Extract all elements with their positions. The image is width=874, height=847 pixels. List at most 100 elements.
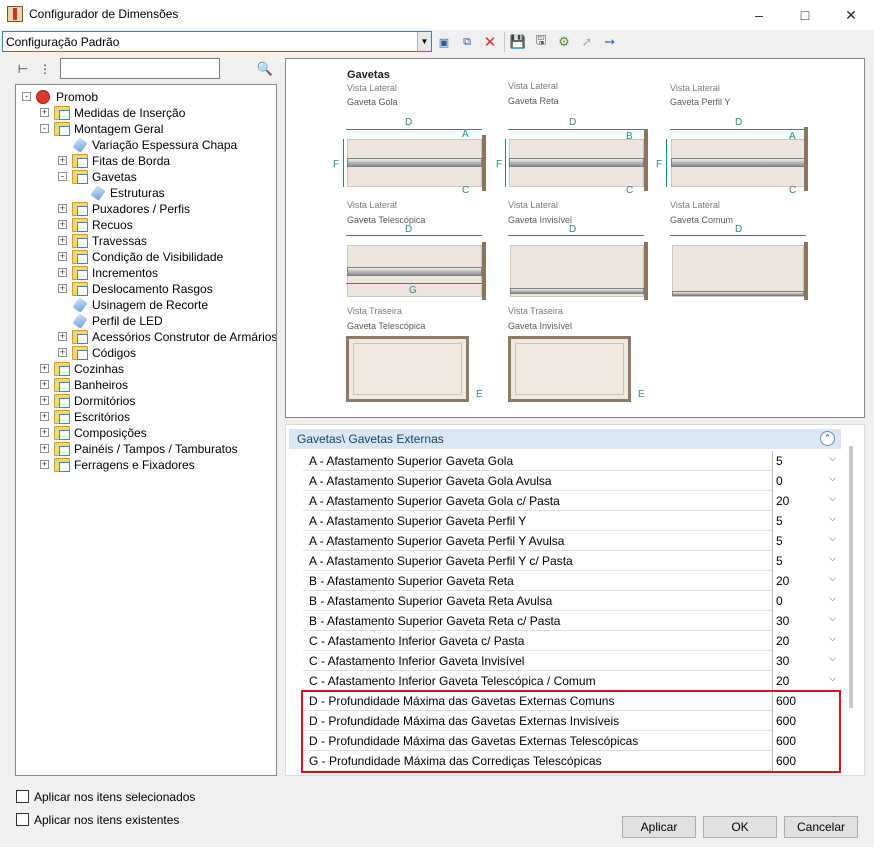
minimize-button[interactable]: – [736,0,782,30]
chevron-down-icon[interactable]: ⌵ [829,653,836,664]
tree-item[interactable]: + Escritórios [16,409,276,425]
expand-icon[interactable]: + [40,428,49,437]
expand-icon[interactable]: + [40,460,49,469]
chevron-down-icon[interactable]: ⌵ [829,593,836,604]
tree-item[interactable]: + Banheiros [16,377,276,393]
property-value-select[interactable]: 5 ⌵ [772,451,838,471]
chevron-down-icon[interactable]: ⌵ [829,673,836,684]
property-row[interactable]: B - Afastamento Superior Gaveta Reta 20 ⌵ [303,571,838,591]
property-row[interactable]: B - Afastamento Superior Gaveta Reta c/ … [303,611,838,631]
import-button[interactable]: ➙ [601,33,619,51]
chevron-down-icon[interactable]: ⌵ [829,453,836,464]
tree-item[interactable]: + Cozinhas [16,361,276,377]
save-as-button[interactable]: 🖫 [532,32,550,51]
property-value-select[interactable]: 20 ⌵ [772,631,838,651]
apply-settings-button[interactable]: ⚙ [555,33,573,51]
expand-icon[interactable]: + [40,412,49,421]
chevron-down-icon[interactable]: ⌵ [829,633,836,644]
tree-item[interactable]: + Painéis / Tampos / Tamburatos [16,441,276,457]
close-window-button[interactable]: ✕ [828,0,874,30]
expand-icon[interactable]: + [58,268,67,277]
expand-icon[interactable]: + [58,220,67,229]
property-row[interactable]: C - Afastamento Inferior Gaveta Invisíve… [303,651,838,671]
property-row[interactable]: C - Afastamento Inferior Gaveta c/ Pasta… [303,631,838,651]
tree-item[interactable]: + Fitas de Borda [16,153,276,169]
tree-item[interactable]: - Montagem Geral [16,121,276,137]
expand-icon[interactable]: + [58,284,67,293]
chevron-down-icon[interactable]: ⌵ [829,493,836,504]
rename-config-button[interactable]: ▣ [435,33,453,51]
tree-item[interactable]: Perfil de LED [16,313,276,329]
expand-icon[interactable]: + [58,348,67,357]
tree-item[interactable]: + Condição de Visibilidade [16,249,276,265]
expand-all-button[interactable]: ⊢ [14,60,32,78]
find-button[interactable]: 🔍 [256,60,274,78]
tree-item[interactable]: + Incrementos [16,265,276,281]
expand-icon[interactable]: + [40,396,49,405]
cancel-button[interactable]: Cancelar [784,816,858,838]
property-row[interactable]: A - Afastamento Superior Gaveta Perfil Y… [303,511,838,531]
tree-item[interactable]: + Deslocamento Rasgos [16,281,276,297]
tree-item[interactable]: + Dormitórios [16,393,276,409]
group-header[interactable]: Gavetas\ Gavetas Externas ⌃ [289,429,841,449]
expand-icon[interactable]: + [58,236,67,245]
property-value-select[interactable]: 5 ⌵ [772,511,838,531]
property-row[interactable]: A - Afastamento Superior Gaveta Gola c/ … [303,491,838,511]
tree-item[interactable]: + Ferragens e Fixadores [16,457,276,473]
maximize-button[interactable]: □ [782,0,828,30]
property-value-select[interactable]: 20 ⌵ [772,671,838,691]
export-button[interactable]: ➚ [578,33,596,51]
property-row[interactable]: A - Afastamento Superior Gaveta Gola Avu… [303,471,838,491]
collapse-icon[interactable]: - [22,92,31,101]
property-value-select[interactable]: 0 ⌵ [772,471,838,491]
tree-item[interactable]: - Promob [16,89,276,105]
expand-icon[interactable]: + [58,332,67,341]
apply-button[interactable]: Aplicar [622,816,696,838]
tree-item[interactable]: Estruturas [16,185,276,201]
tree-item[interactable]: - Gavetas [16,169,276,185]
property-value-select[interactable]: 30 ⌵ [772,611,838,631]
expand-icon[interactable]: + [40,108,49,117]
apply-existing-checkbox[interactable] [16,813,29,826]
collapse-icon[interactable]: - [40,124,49,133]
tree-item[interactable]: + Códigos [16,345,276,361]
tree-item[interactable]: + Travessas [16,233,276,249]
property-value-select[interactable]: 20 ⌵ [772,571,838,591]
expand-icon[interactable]: + [40,444,49,453]
expand-icon[interactable]: + [58,156,67,165]
tree-item[interactable]: + Composições [16,425,276,441]
chevron-down-icon[interactable]: ⌵ [829,553,836,564]
collapse-icon[interactable]: - [58,172,67,181]
expand-icon[interactable]: + [40,364,49,373]
property-row[interactable]: C - Afastamento Inferior Gaveta Telescóp… [303,671,838,691]
property-value-select[interactable]: 30 ⌵ [772,651,838,671]
tree-item[interactable]: + Recuos [16,217,276,233]
expand-icon[interactable]: + [40,380,49,389]
configuration-select[interactable]: Configuração Padrão ▼ [2,31,432,52]
apply-selected-checkbox[interactable] [16,790,29,803]
tree-search-input[interactable] [60,58,220,79]
collapse-all-button[interactable]: ⋮ [36,60,54,78]
tree-item[interactable]: Usinagem de Recorte [16,297,276,313]
tree-item[interactable]: + Puxadores / Perfis [16,201,276,217]
tree-item[interactable]: + Acessórios Construtor de Armários [16,329,276,345]
property-row[interactable]: B - Afastamento Superior Gaveta Reta Avu… [303,591,838,611]
chevron-down-icon[interactable]: ⌵ [829,473,836,484]
collapse-chevron-icon[interactable]: ⌃ [820,431,835,446]
property-value-select[interactable]: 5 ⌵ [772,531,838,551]
tree-item[interactable]: + Medidas de Inserção [16,105,276,121]
property-row[interactable]: A - Afastamento Superior Gaveta Perfil Y… [303,551,838,571]
chevron-down-icon[interactable]: ▼ [417,32,431,51]
property-row[interactable]: A - Afastamento Superior Gaveta Gola 5 ⌵ [303,451,838,471]
property-value-select[interactable]: 5 ⌵ [772,551,838,571]
chevron-down-icon[interactable]: ⌵ [829,613,836,624]
copy-config-button[interactable]: ⧉ [458,33,476,51]
expand-icon[interactable]: + [58,204,67,213]
property-value-select[interactable]: 0 ⌵ [772,591,838,611]
tree-item[interactable]: Variação Espessura Chapa [16,137,276,153]
category-tree[interactable]: - Promob + Medidas de Inserção - Montagem Ger… [15,84,277,776]
save-button[interactable]: 💾 [509,33,527,51]
chevron-down-icon[interactable]: ⌵ [829,573,836,584]
delete-config-button[interactable]: ✕ [481,33,499,51]
ok-button[interactable]: OK [703,816,777,838]
